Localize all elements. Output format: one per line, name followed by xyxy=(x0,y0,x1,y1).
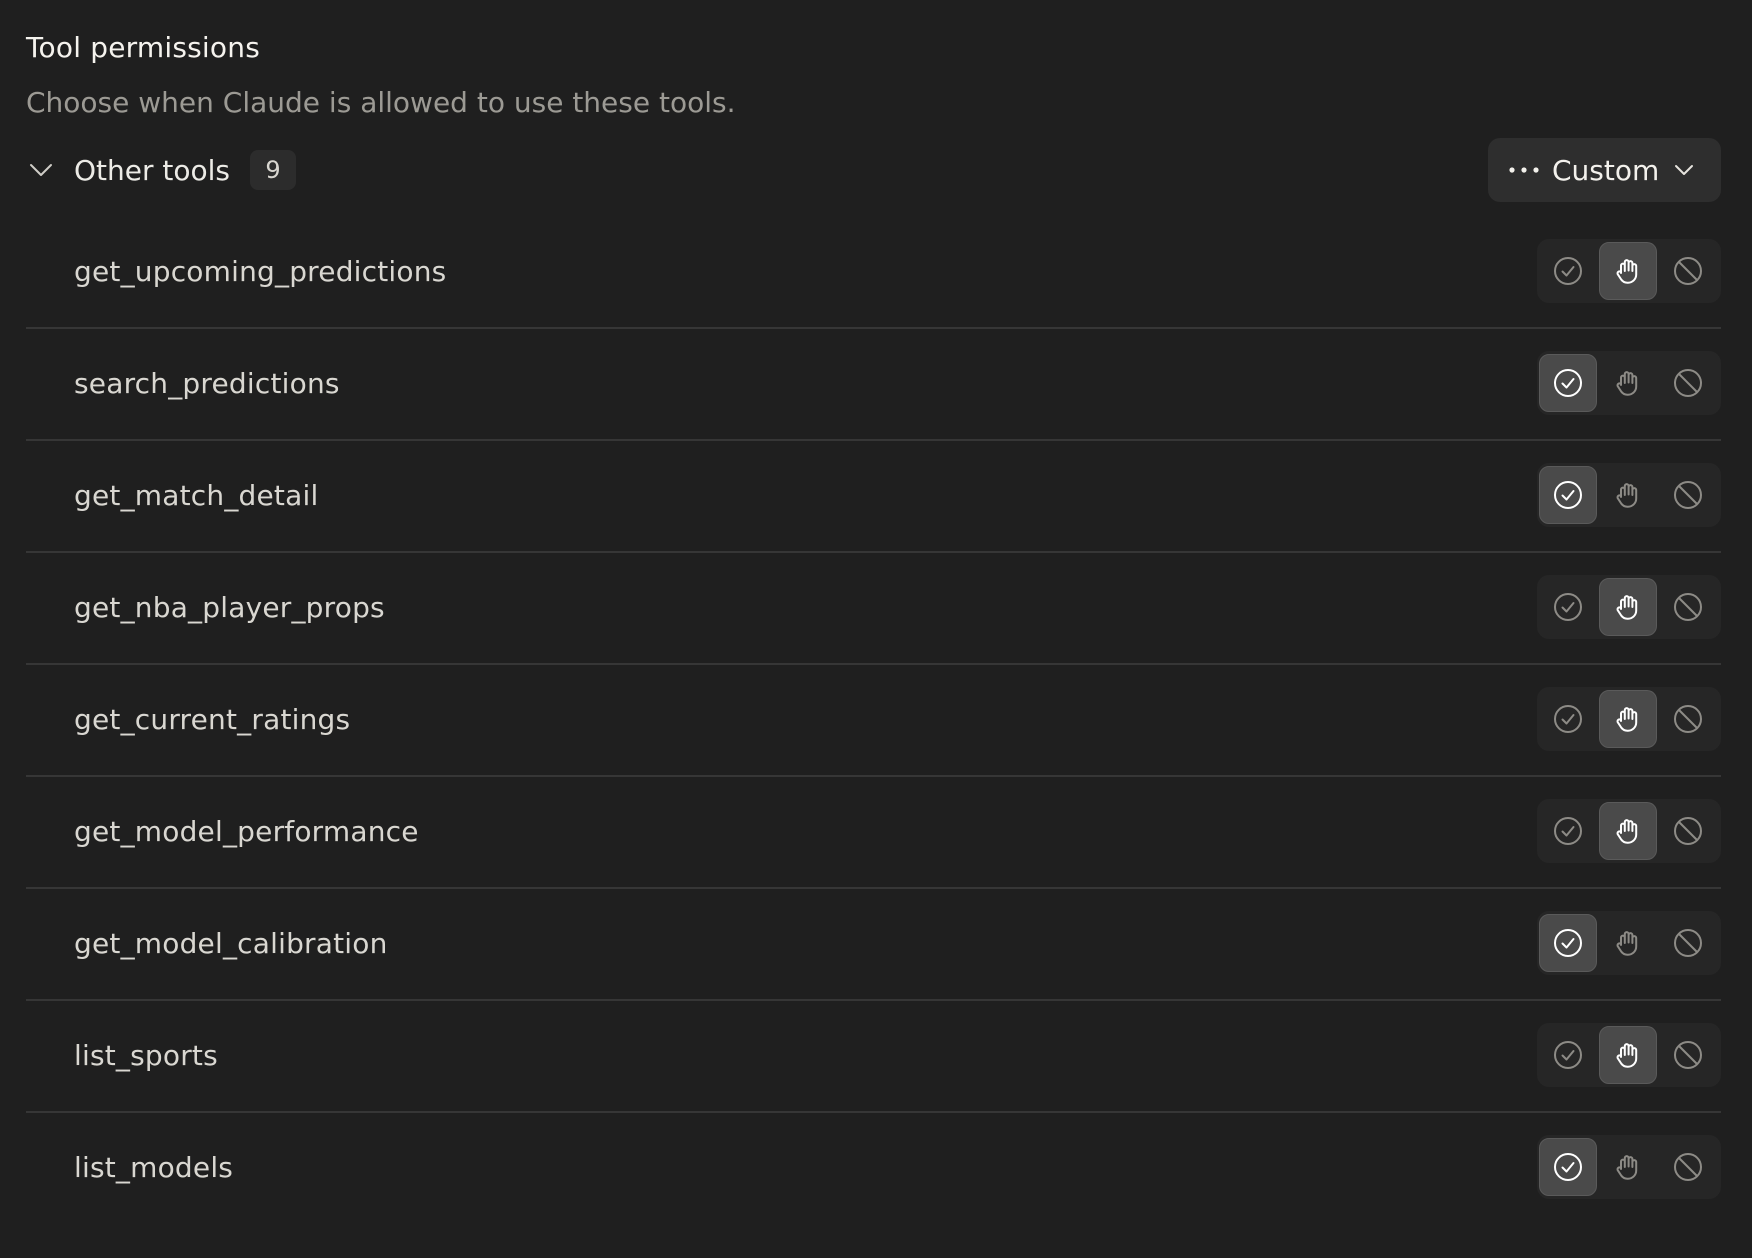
ban-icon xyxy=(1674,593,1702,621)
always-allow-button[interactable] xyxy=(1539,242,1597,300)
blocked-button[interactable] xyxy=(1659,466,1717,524)
tool-group-title: Other tools xyxy=(74,153,231,187)
check-circle-icon xyxy=(1554,929,1582,957)
tool-row: list_models xyxy=(26,1113,1721,1225)
tool-row: list_sports xyxy=(26,1001,1721,1113)
section-title: Tool permissions xyxy=(26,31,260,64)
permission-segmented-control xyxy=(1537,575,1721,639)
more-horizontal-icon xyxy=(1509,167,1539,173)
tool-name: list_models xyxy=(74,1150,234,1184)
dropdown-label: Custom xyxy=(1552,153,1660,187)
tool-name: get_current_ratings xyxy=(74,702,351,736)
always-allow-button[interactable] xyxy=(1539,354,1597,412)
tool-name: get_model_calibration xyxy=(74,926,388,960)
ban-icon xyxy=(1674,481,1702,509)
tool-name: get_nba_player_props xyxy=(74,590,385,624)
ban-icon xyxy=(1674,369,1702,397)
hand-icon xyxy=(1616,707,1638,732)
tool-list: get_upcoming_predictions search_predictio… xyxy=(26,217,1721,1225)
permission-segmented-control xyxy=(1537,239,1721,303)
needs-approval-button[interactable] xyxy=(1599,914,1657,972)
check-circle-icon xyxy=(1554,1041,1582,1069)
chevron-down-icon xyxy=(1675,165,1694,175)
needs-approval-button[interactable] xyxy=(1599,466,1657,524)
tool-count-badge: 9 xyxy=(250,150,297,190)
check-circle-icon xyxy=(1554,481,1582,509)
hand-icon xyxy=(1616,1043,1638,1068)
ban-icon xyxy=(1674,1153,1702,1181)
blocked-button[interactable] xyxy=(1659,354,1717,412)
check-circle-icon xyxy=(1554,1153,1582,1181)
tool-row: get_current_ratings xyxy=(26,665,1721,777)
permission-segmented-control xyxy=(1537,351,1721,415)
tool-row: get_upcoming_predictions xyxy=(26,217,1721,329)
tool-row: get_model_performance xyxy=(26,777,1721,889)
ban-icon xyxy=(1674,705,1702,733)
ban-icon xyxy=(1674,1041,1702,1069)
blocked-button[interactable] xyxy=(1659,242,1717,300)
permission-segmented-control xyxy=(1537,463,1721,527)
needs-approval-button[interactable] xyxy=(1599,802,1657,860)
needs-approval-button[interactable] xyxy=(1599,354,1657,412)
always-allow-button[interactable] xyxy=(1539,914,1597,972)
hand-icon xyxy=(1616,595,1638,620)
check-circle-icon xyxy=(1554,817,1582,845)
tool-group-header: Other tools 9 Custom xyxy=(26,138,1721,202)
check-circle-icon xyxy=(1554,705,1582,733)
always-allow-button[interactable] xyxy=(1539,466,1597,524)
permission-segmented-control xyxy=(1537,1023,1721,1087)
tool-row: get_nba_player_props xyxy=(26,553,1721,665)
needs-approval-button[interactable] xyxy=(1599,578,1657,636)
permission-segmented-control xyxy=(1537,687,1721,751)
blocked-button[interactable] xyxy=(1659,914,1717,972)
needs-approval-button[interactable] xyxy=(1599,1026,1657,1084)
needs-approval-button[interactable] xyxy=(1599,690,1657,748)
permission-segmented-control xyxy=(1537,911,1721,975)
hand-icon xyxy=(1616,1155,1638,1180)
tool-name: get_match_detail xyxy=(74,478,319,512)
ban-icon xyxy=(1674,929,1702,957)
collapse-toggle-button[interactable] xyxy=(26,155,56,185)
tool-permissions-panel: Tool permissions Choose when Claude is a… xyxy=(0,0,1752,1258)
blocked-button[interactable] xyxy=(1659,1026,1717,1084)
hand-icon xyxy=(1616,259,1638,284)
blocked-button[interactable] xyxy=(1659,1138,1717,1196)
tool-row: search_predictions xyxy=(26,329,1721,441)
tool-row: get_match_detail xyxy=(26,441,1721,553)
blocked-button[interactable] xyxy=(1659,578,1717,636)
always-allow-button[interactable] xyxy=(1539,802,1597,860)
always-allow-button[interactable] xyxy=(1539,578,1597,636)
check-circle-icon xyxy=(1554,593,1582,621)
tool-row: get_model_calibration xyxy=(26,889,1721,1001)
hand-icon xyxy=(1616,819,1638,844)
chevron-down-icon xyxy=(30,164,52,176)
hand-icon xyxy=(1616,931,1638,956)
tool-name: get_upcoming_predictions xyxy=(74,254,447,288)
permission-segmented-control xyxy=(1537,799,1721,863)
always-allow-button[interactable] xyxy=(1539,1026,1597,1084)
tool-name: search_predictions xyxy=(74,366,340,400)
ban-icon xyxy=(1674,257,1702,285)
blocked-button[interactable] xyxy=(1659,802,1717,860)
needs-approval-button[interactable] xyxy=(1599,1138,1657,1196)
ban-icon xyxy=(1674,817,1702,845)
tool-name: get_model_performance xyxy=(74,814,419,848)
check-circle-icon xyxy=(1554,257,1582,285)
tool-name: list_sports xyxy=(74,1038,218,1072)
check-circle-icon xyxy=(1554,369,1582,397)
hand-icon xyxy=(1616,483,1638,508)
group-permission-dropdown[interactable]: Custom xyxy=(1488,138,1721,202)
permission-segmented-control xyxy=(1537,1135,1721,1199)
blocked-button[interactable] xyxy=(1659,690,1717,748)
always-allow-button[interactable] xyxy=(1539,1138,1597,1196)
always-allow-button[interactable] xyxy=(1539,690,1597,748)
section-description: Choose when Claude is allowed to use the… xyxy=(26,86,736,119)
hand-icon xyxy=(1616,371,1638,396)
needs-approval-button[interactable] xyxy=(1599,242,1657,300)
